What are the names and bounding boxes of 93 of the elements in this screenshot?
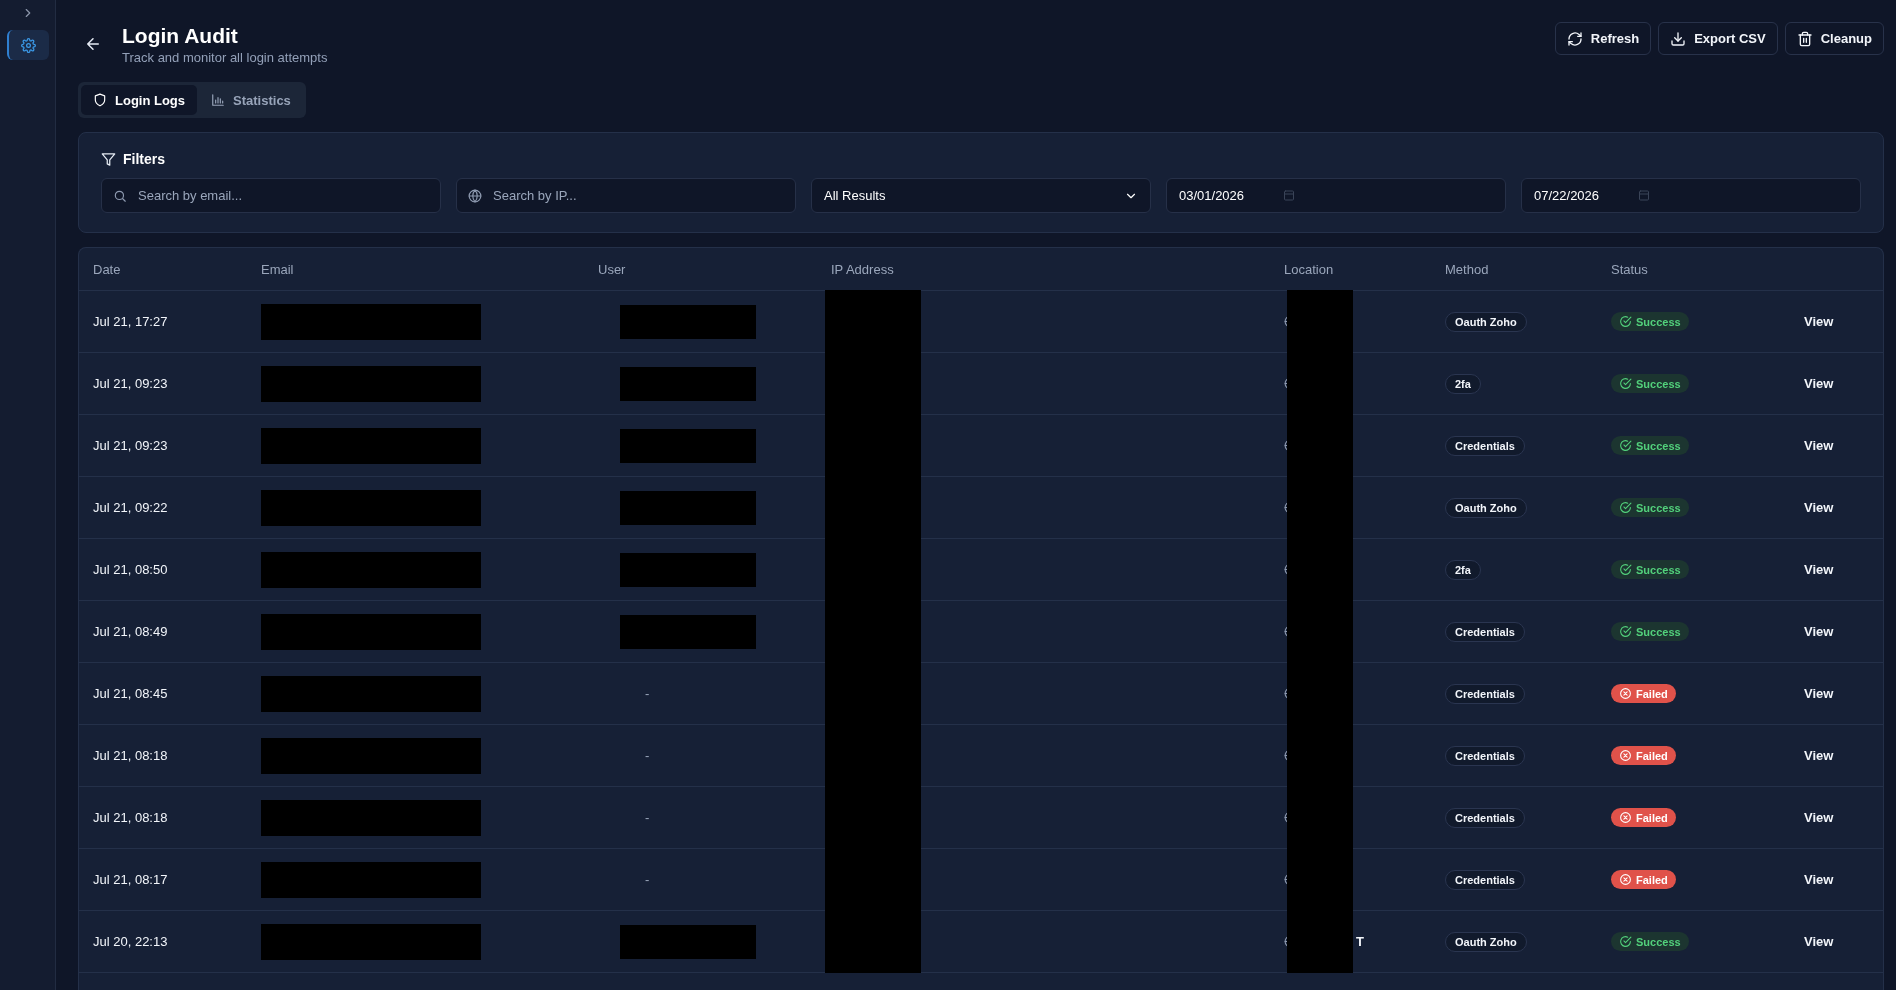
result-select[interactable]: All Results [811,178,1151,213]
view-link[interactable]: View [1804,314,1834,329]
date-cell: Jul 21, 09:22 [93,500,168,515]
settings-button[interactable] [6,30,49,60]
ip-search-field[interactable]: Search by IP... [456,178,796,213]
x-circle-icon [1619,811,1632,824]
refresh-button[interactable]: Refresh [1554,22,1652,55]
view-link[interactable]: View [1804,376,1834,391]
status-badge: Success [1611,436,1689,455]
column-header: Email [261,261,295,277]
method-tag: Credentials [1445,745,1525,766]
shield-icon [93,93,107,107]
tab[interactable]: Statistics [199,85,303,115]
status-badge: Failed [1611,746,1676,765]
date-cell: Jul 21, 08:50 [93,562,168,577]
column-header: Method [1445,261,1490,277]
page-title: Login Audit [122,23,239,48]
view-link[interactable]: View [1804,500,1834,515]
method-tag: Credentials [1445,621,1525,642]
location-cell: T [1356,934,1364,949]
status-badge: Failed [1611,808,1676,827]
email-search-field[interactable]: Search by email... [101,178,441,213]
view-link[interactable]: View [1804,686,1834,701]
view-link[interactable]: View [1804,438,1834,453]
check-circle-icon [1619,935,1632,948]
check-circle-icon [1619,501,1632,514]
globe-icon [468,189,482,203]
method-tag: Credentials [1445,435,1525,456]
column-header: IP Address [831,261,895,277]
column-header: Location [1284,261,1335,277]
date-cell: Jul 21, 17:27 [93,314,168,329]
check-circle-icon [1619,377,1632,390]
x-circle-icon [1619,873,1632,886]
view-link[interactable]: View [1804,748,1834,763]
view-link[interactable]: View [1804,810,1834,825]
settings-icon [21,37,36,53]
method-tag: Oauth Zoho [1445,931,1527,952]
date-cell: Jul 21, 08:18 [93,810,168,825]
calendar-icon [1638,189,1650,201]
refresh-icon [1566,30,1583,47]
status-badge: Failed [1611,870,1676,889]
check-circle-icon [1619,315,1632,328]
status-badge: Success [1611,622,1689,641]
export-button[interactable]: Export CSV [1658,22,1778,55]
method-tag: Oauth Zoho [1445,311,1527,332]
status-badge: Success [1611,498,1689,517]
date-cell: Jul 21, 09:23 [93,376,168,391]
date-cell: Jul 21, 08:49 [93,624,168,639]
date-cell: Jul 21, 08:18 [93,748,168,763]
check-circle-icon [1619,563,1632,576]
method-tag: 2fa [1445,559,1481,580]
tab[interactable]: Login Logs [81,85,198,115]
status-badge: Failed [1611,684,1676,703]
method-tag: Credentials [1445,683,1525,704]
view-link[interactable]: View [1804,934,1834,949]
method-tag: Oauth Zoho [1445,497,1527,518]
date-cell: Jul 21, 08:17 [93,872,168,887]
status-badge: Success [1611,560,1689,579]
method-tag: Credentials [1445,869,1525,890]
search-icon [113,189,127,203]
check-circle-icon [1619,439,1632,452]
view-link[interactable]: View [1804,872,1834,887]
empty-value: - [645,748,650,763]
calendar-icon [1283,189,1295,201]
date-cell: Jul 21, 08:45 [93,686,168,701]
check-circle-icon [1619,625,1632,638]
x-circle-icon [1619,749,1632,762]
status-badge: Success [1611,932,1689,951]
empty-value: - [645,686,650,701]
page-subtitle: Track and monitor all login attempts [122,49,329,65]
x-circle-icon [1619,687,1632,700]
column-header: Status [1611,261,1649,277]
back-arrow-icon[interactable] [84,35,102,53]
filter-icon [101,151,116,167]
date-to-field[interactable]: 07/22/2026 [1521,178,1861,213]
view-link[interactable]: View [1804,624,1834,639]
download-icon [1670,30,1687,47]
cleanup-button[interactable]: Cleanup [1784,22,1884,55]
view-link[interactable]: View [1804,562,1834,577]
bar-chart-icon [211,93,226,107]
date-from-field[interactable]: 03/01/2026 [1166,178,1506,213]
column-header: Date [93,261,122,277]
status-badge: Success [1611,374,1689,393]
filters-title: Filters [123,151,165,167]
method-tag: 2fa [1445,373,1481,394]
date-cell: Jul 20, 22:13 [93,934,168,949]
column-header: User [598,261,627,277]
empty-value: - [645,810,650,825]
empty-value: - [645,872,650,887]
status-badge: Success [1611,312,1689,331]
trash-icon [1796,30,1813,47]
date-cell: Jul 21, 09:23 [93,438,168,453]
method-tag: Credentials [1445,807,1525,828]
